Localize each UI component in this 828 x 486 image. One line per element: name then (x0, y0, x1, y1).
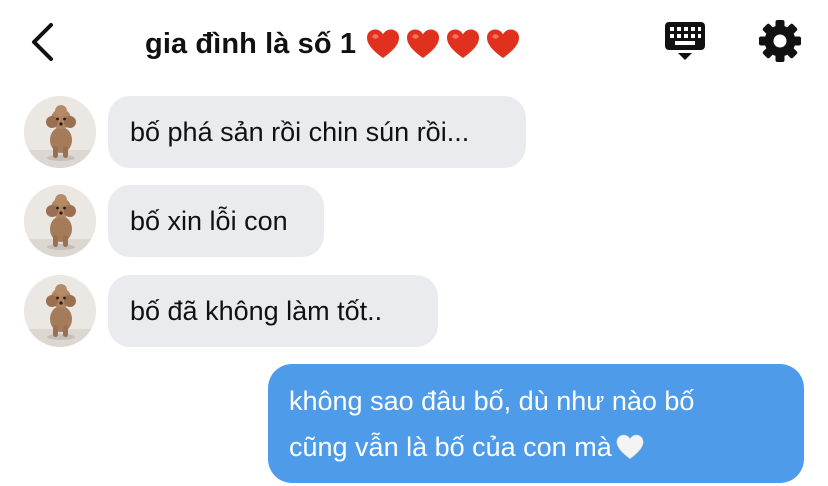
incoming-message-bubble: bố phá sản rồi chin sún rồi... (108, 96, 526, 168)
chat-header: gia đình là số 1 (0, 0, 828, 84)
message-text: bố xin lỗi con (130, 206, 288, 236)
message-text-line-2-text: cũng vẫn là bố của con mà (289, 432, 612, 462)
settings-button[interactable] (757, 18, 803, 64)
gear-icon (759, 20, 801, 62)
incoming-message-bubble: bố đã không làm tốt.. (108, 275, 438, 347)
white-heart-icon (616, 434, 644, 459)
red-heart-icon (446, 28, 480, 60)
back-button[interactable] (26, 20, 66, 64)
red-heart-icon (486, 28, 520, 60)
avatar[interactable] (24, 185, 96, 257)
keyboard-button[interactable] (660, 18, 710, 64)
outgoing-message-bubble: không sao đâu bố, dù như nào bố cũng vẫn… (268, 364, 804, 483)
incoming-message-bubble: bố xin lỗi con (108, 185, 324, 257)
chevron-left-icon (32, 23, 53, 61)
red-heart-icon (366, 28, 400, 60)
poodle-avatar-image (24, 96, 96, 168)
message-text-line-2: cũng vẫn là bố của con mà (289, 424, 782, 470)
red-heart-icon (406, 28, 440, 60)
title-text: gia đình là số 1 (145, 27, 357, 60)
message-text: bố phá sản rồi chin sún rồi... (130, 117, 470, 147)
message-text: bố đã không làm tốt.. (130, 296, 383, 326)
poodle-avatar-image (24, 185, 96, 257)
conversation-title: gia đình là số 1 (145, 22, 526, 66)
poodle-avatar-image (24, 275, 96, 347)
keyboard-icon (665, 22, 705, 60)
message-text-line-1: không sao đâu bố, dù như nào bố (289, 386, 695, 416)
avatar[interactable] (24, 96, 96, 168)
avatar[interactable] (24, 275, 96, 347)
